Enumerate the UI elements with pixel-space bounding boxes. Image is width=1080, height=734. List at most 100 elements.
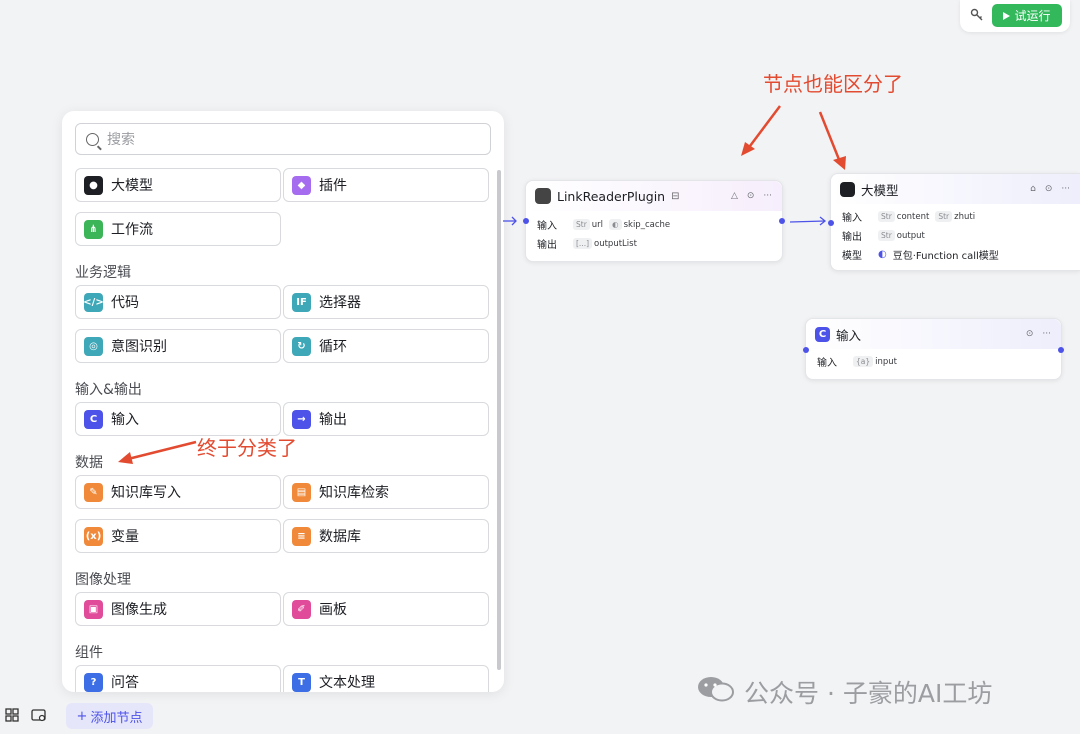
run-node-icon[interactable]: ⊙ [1026, 329, 1034, 339]
node-item-code[interactable]: </> 代码 [75, 285, 281, 319]
node-item-label: 代码 [111, 295, 139, 311]
section-title: 业务逻辑 [75, 265, 131, 281]
node-item-intent[interactable]: ◎ 意图识别 [75, 329, 281, 363]
plugin-store-icon: ⊟ [671, 190, 680, 202]
node-item-kb-write[interactable]: ✎ 知识库写入 [75, 475, 281, 509]
llm-node[interactable]: 大模型 ⌂ ⊙ ··· 输入 Str content Str zhuti 输出 St… [828, 173, 1080, 271]
node-item-database[interactable]: ≡ 数据库 [283, 519, 489, 553]
node-item-label: 意图识别 [111, 339, 167, 355]
node-item-variable[interactable]: (x) 变量 [75, 519, 281, 553]
node-item-label: 画板 [319, 602, 347, 618]
plugin-node[interactable]: LinkReaderPlugin ⊟ △ ⊙ ··· 输入 Str url ◐ sk… [523, 180, 785, 262]
search-input[interactable]: 搜索 [75, 123, 491, 155]
annotation-arrow-left [118, 440, 197, 464]
node-item-output[interactable]: → 输出 [283, 402, 489, 436]
add-node-button[interactable]: + 添加节点 [66, 703, 153, 729]
qa-icon: ? [84, 672, 103, 692]
minimap-icon[interactable] [31, 708, 47, 724]
node-item-if[interactable]: IF 选择器 [283, 285, 489, 319]
node-item-label: 问答 [111, 675, 139, 691]
section-title: 组件 [75, 645, 103, 661]
llm-model-value: 豆包·Function call模型 [892, 251, 999, 262]
loop-icon: ↻ [292, 336, 311, 356]
panel-scrollbar[interactable] [497, 170, 501, 670]
section-title: 数据 [75, 455, 103, 471]
annotation-nodes: 节点也能区分了 [763, 72, 903, 96]
node-item-label: 数据库 [319, 529, 361, 545]
test-run-button[interactable]: 试运行 [992, 4, 1062, 27]
search-icon [86, 132, 99, 146]
node-item-label: 变量 [111, 529, 139, 545]
kb-write-icon: ✎ [84, 482, 103, 502]
llm-input-label: 输入 [842, 213, 862, 224]
input-icon: C [815, 326, 830, 342]
node-item-canvas[interactable]: ✐ 画板 [283, 592, 489, 626]
node-item-image-gen[interactable]: ▣ 图像生成 [75, 592, 281, 626]
node-item-cube[interactable]: ◆ 插件 [283, 168, 489, 202]
code-icon: </> [83, 292, 104, 312]
more-icon[interactable]: ··· [1042, 329, 1051, 339]
node-item-label: 输入 [111, 412, 139, 428]
watermark: 公众号 · 子豪的AI工坊 [696, 675, 992, 709]
intent-icon: ◎ [84, 336, 103, 356]
output-icon: → [292, 409, 311, 429]
section-title: 输入&输出 [75, 382, 142, 398]
llm-input-port[interactable] [828, 220, 834, 226]
plugin-output-port[interactable] [779, 218, 785, 224]
annotation-arrows [741, 105, 846, 170]
node-item-label: 文本处理 [319, 675, 375, 691]
plugin-output-param: [...] outputList [573, 238, 637, 249]
input-node-left-port[interactable] [803, 347, 809, 353]
plugin-output-label: 输出 [537, 240, 557, 251]
node-item-label: 输出 [319, 412, 347, 428]
run-node-icon[interactable]: ⊙ [747, 191, 755, 201]
llm-input-param: Str content [878, 211, 929, 222]
bell-off-icon[interactable]: ⌂ [1030, 184, 1036, 194]
section-title: 图像处理 [75, 572, 131, 588]
watermark-text: 公众号 · 子豪的AI工坊 [744, 679, 993, 708]
node-item-label: 图像生成 [111, 602, 167, 618]
node-item-label: 大模型 [111, 178, 153, 194]
kb-search-icon: ▤ [292, 482, 311, 502]
llm-node-title: 大模型 [861, 182, 899, 198]
key-icon[interactable] [970, 8, 984, 22]
node-item-workflow[interactable]: ⋔ 工作流 [75, 212, 281, 246]
node-item-qa[interactable]: ? 问答 [75, 665, 281, 692]
llm-icon: ● [84, 175, 103, 195]
llm-input-param: Str zhuti [935, 211, 975, 222]
llm-output-param: Str output [878, 230, 925, 241]
more-icon[interactable]: ··· [763, 191, 772, 201]
node-item-loop[interactable]: ↻ 循环 [283, 329, 489, 363]
add-node-label: 添加节点 [90, 710, 143, 726]
input-node-param: {a} input [853, 356, 897, 367]
run-node-icon[interactable]: ⊙ [1045, 184, 1053, 194]
input-node[interactable]: C 输入 ⊙ ··· 输入 {a} input [803, 318, 1064, 380]
input-node-right-port[interactable] [1058, 347, 1064, 353]
llm-output-label: 输出 [842, 232, 862, 243]
grid-layout-icon[interactable] [5, 708, 21, 724]
node-item-kb-search[interactable]: ▤ 知识库检索 [283, 475, 489, 509]
llm-icon [840, 181, 855, 197]
warning-icon[interactable]: △ [731, 191, 738, 201]
llm-model-label: 模型 [842, 251, 862, 262]
workflow-icon: ⋔ [84, 219, 103, 239]
node-item-text-process[interactable]: T 文本处理 [283, 665, 489, 692]
node-item-label: 知识库写入 [111, 485, 181, 501]
input-node-input-label: 输入 [817, 358, 837, 369]
text-process-icon: T [292, 672, 311, 692]
more-icon[interactable]: ··· [1061, 184, 1070, 194]
wechat-icon [696, 674, 736, 710]
doubao-icon: ◐ [878, 249, 887, 260]
cube-icon: ◆ [292, 175, 311, 195]
node-item-label: 循环 [319, 339, 347, 355]
plugin-input-port[interactable] [523, 218, 529, 224]
variable-icon: (x) [84, 526, 103, 546]
image-gen-icon: ▣ [84, 599, 103, 619]
node-item-label: 知识库检索 [319, 485, 389, 501]
input-node-title: 输入 [836, 327, 862, 343]
node-item-llm[interactable]: ● 大模型 [75, 168, 281, 202]
node-item-input[interactable]: C 输入 [75, 402, 281, 436]
annotation-category: 终于分类了 [197, 436, 297, 460]
node-item-label: 工作流 [111, 222, 153, 238]
if-icon: IF [292, 292, 311, 312]
